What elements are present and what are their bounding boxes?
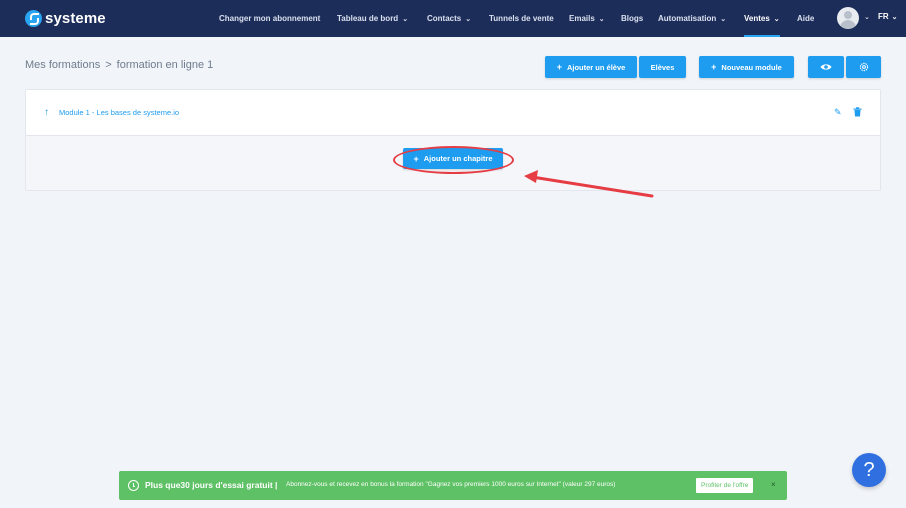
module-card: ↑ Module 1 - Les bases de systeme.io ✎ +… [25, 89, 881, 191]
eye-icon [820, 64, 832, 70]
language-label: FR [878, 12, 889, 21]
close-icon[interactable]: × [771, 480, 776, 489]
language-selector[interactable]: FR ⌄ [878, 12, 898, 21]
nav-item-blogs[interactable]: Blogs [621, 0, 643, 37]
nav-item-label: Changer mon abonnement [219, 14, 321, 23]
nav-item-automatisation[interactable]: Automatisation ⌄ [658, 0, 726, 37]
students-label: Elèves [650, 62, 675, 72]
breadcrumb-separator: > [105, 59, 112, 71]
arrow-up-icon[interactable]: ↑ [44, 107, 49, 118]
breadcrumb-current: formation en ligne 1 [116, 59, 214, 71]
breadcrumb: Mes formations > formation en ligne 1 [25, 59, 213, 71]
brand-name: systeme [45, 9, 106, 27]
nav-item-label: Blogs [621, 14, 644, 23]
plus-icon: + [711, 62, 717, 72]
help-button[interactable]: ? [852, 453, 886, 487]
add-student-button[interactable]: + Ajouter un élève [545, 56, 637, 78]
chevron-down-icon[interactable]: ⌄ [864, 13, 870, 21]
plus-icon: + [413, 153, 419, 164]
systeme-logo-icon [25, 9, 42, 27]
nav-item-aide[interactable]: Aide [797, 0, 814, 37]
students-button[interactable]: Elèves [639, 56, 686, 78]
add-chapter-label: Ajouter un chapitre [423, 154, 493, 163]
gear-icon [859, 62, 868, 72]
chevron-down-icon: ⌄ [720, 15, 727, 23]
top-navbar: systeme Changer mon abonnement Tableau d… [0, 0, 906, 37]
nav-item-label: Ventes [744, 14, 770, 23]
trial-offer-text: Abonnez-vous et recevez en bonus la form… [286, 481, 616, 488]
nav-item-label: Contacts [427, 14, 462, 23]
plus-icon: + [556, 62, 562, 72]
add-chapter-button[interactable]: + Ajouter un chapitre [403, 148, 503, 169]
new-module-label: Nouveau module [721, 62, 782, 72]
new-module-button[interactable]: + Nouveau module [699, 56, 794, 78]
systeme-logo[interactable]: systeme [25, 8, 106, 28]
chevron-down-icon: ⌄ [891, 14, 898, 21]
nav-item-label: Aide [797, 14, 815, 23]
nav-item-tunnels-de-vente[interactable]: Tunnels de vente [489, 0, 554, 37]
chevron-down-icon: ⌄ [402, 15, 409, 23]
pencil-icon[interactable]: ✎ [834, 107, 842, 118]
nav-item-tableau-de-bord[interactable]: Tableau de bord ⌄ [337, 0, 408, 37]
nav-item-label: Tableau de bord [337, 14, 399, 23]
trial-days-text: Plus que30 jours d'essai gratuit | [145, 480, 278, 490]
settings-button[interactable] [846, 56, 881, 78]
nav-item-contacts[interactable]: Contacts ⌄ [427, 0, 471, 37]
chevron-down-icon: ⌄ [598, 15, 605, 23]
clock-icon [128, 480, 139, 491]
breadcrumb-parent-link[interactable]: Mes formations [25, 59, 100, 71]
preview-button[interactable] [808, 56, 844, 78]
help-icon: ? [863, 458, 875, 481]
nav-item-emails[interactable]: Emails ⌄ [569, 0, 605, 37]
module-header[interactable]: ↑ Module 1 - Les bases de systeme.io ✎ [26, 90, 880, 136]
nav-item-label: Automatisation [658, 14, 717, 23]
chevron-down-icon: ⌄ [465, 15, 472, 23]
chevron-down-icon: ⌄ [773, 15, 780, 23]
nav-item-ventes[interactable]: Ventes ⌄ [744, 0, 780, 37]
nav-item-label: Tunnels de vente [489, 14, 554, 23]
module-title[interactable]: Module 1 - Les bases de systeme.io [59, 108, 179, 117]
avatar[interactable] [837, 7, 859, 29]
nav-item-changer-abonnement[interactable]: Changer mon abonnement [219, 0, 320, 37]
trash-icon[interactable] [853, 107, 862, 117]
trial-banner: Plus que30 jours d'essai gratuit | Abonn… [119, 471, 787, 500]
offer-button[interactable]: Profiter de l'offre [696, 478, 754, 493]
nav-item-label: Emails [569, 14, 595, 23]
add-student-label: Ajouter un élève [566, 62, 626, 72]
